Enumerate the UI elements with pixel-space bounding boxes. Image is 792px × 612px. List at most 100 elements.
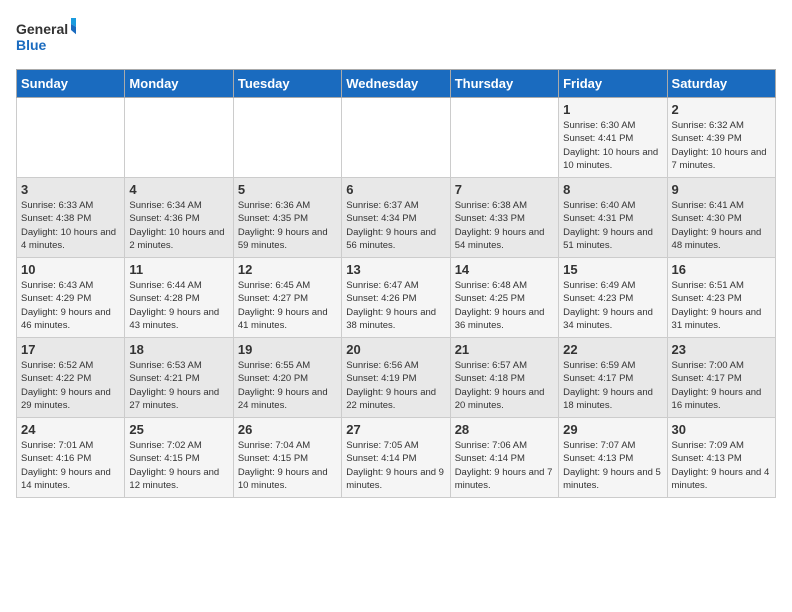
day-number: 14 <box>455 262 554 277</box>
week-row: 1 Sunrise: 6:30 AM Sunset: 4:41 PM Daylig… <box>17 98 776 178</box>
calendar-cell: 21 Sunrise: 6:57 AM Sunset: 4:18 PM Dayli… <box>450 338 558 418</box>
header-row: SundayMondayTuesdayWednesdayThursdayFrid… <box>17 70 776 98</box>
day-info: Sunrise: 7:04 AM Sunset: 4:15 PM Dayligh… <box>238 439 337 492</box>
day-number: 5 <box>238 182 337 197</box>
day-number: 10 <box>21 262 120 277</box>
day-info: Sunrise: 6:59 AM Sunset: 4:17 PM Dayligh… <box>563 359 662 412</box>
calendar-cell: 11Sunrise: 6:44 AM Sunset: 4:28 PM Dayli… <box>125 258 233 338</box>
week-row: 3 Sunrise: 6:33 AM Sunset: 4:38 PM Daylig… <box>17 178 776 258</box>
calendar-cell: 9 Sunrise: 6:41 AM Sunset: 4:30 PM Daylig… <box>667 178 775 258</box>
day-number: 11 <box>129 262 228 277</box>
day-info: Sunrise: 6:52 AM Sunset: 4:22 PM Dayligh… <box>21 359 120 412</box>
day-number: 1 <box>563 102 662 117</box>
calendar-cell: 25 Sunrise: 7:02 AM Sunset: 4:15 PM Dayli… <box>125 418 233 498</box>
calendar-table: SundayMondayTuesdayWednesdayThursdayFrid… <box>16 69 776 498</box>
day-number: 24 <box>21 422 120 437</box>
calendar-cell: 27 Sunrise: 7:05 AM Sunset: 4:14 PM Dayli… <box>342 418 450 498</box>
header-day: Saturday <box>667 70 775 98</box>
day-info: Sunrise: 6:47 AM Sunset: 4:26 PM Dayligh… <box>346 279 445 332</box>
week-row: 10 Sunrise: 6:43 AM Sunset: 4:29 PM Dayli… <box>17 258 776 338</box>
calendar-cell: 1 Sunrise: 6:30 AM Sunset: 4:41 PM Daylig… <box>559 98 667 178</box>
calendar-cell: 26 Sunrise: 7:04 AM Sunset: 4:15 PM Dayli… <box>233 418 341 498</box>
week-row: 24 Sunrise: 7:01 AM Sunset: 4:16 PM Dayli… <box>17 418 776 498</box>
day-number: 22 <box>563 342 662 357</box>
day-number: 3 <box>21 182 120 197</box>
day-info: Sunrise: 6:45 AM Sunset: 4:27 PM Dayligh… <box>238 279 337 332</box>
day-info: Sunrise: 6:56 AM Sunset: 4:19 PM Dayligh… <box>346 359 445 412</box>
day-number: 19 <box>238 342 337 357</box>
calendar-cell: 28 Sunrise: 7:06 AM Sunset: 4:14 PM Dayli… <box>450 418 558 498</box>
svg-text:Blue: Blue <box>16 37 47 53</box>
day-info: Sunrise: 6:48 AM Sunset: 4:25 PM Dayligh… <box>455 279 554 332</box>
day-number: 8 <box>563 182 662 197</box>
day-number: 18 <box>129 342 228 357</box>
logo: General Blue <box>16 16 76 61</box>
calendar-cell: 12 Sunrise: 6:45 AM Sunset: 4:27 PM Dayli… <box>233 258 341 338</box>
header-day: Sunday <box>17 70 125 98</box>
calendar-cell: 13 Sunrise: 6:47 AM Sunset: 4:26 PM Dayli… <box>342 258 450 338</box>
calendar-cell: 23Sunrise: 7:00 AM Sunset: 4:17 PM Dayli… <box>667 338 775 418</box>
day-number: 27 <box>346 422 445 437</box>
day-info: Sunrise: 7:01 AM Sunset: 4:16 PM Dayligh… <box>21 439 120 492</box>
calendar-cell: 17Sunrise: 6:52 AM Sunset: 4:22 PM Dayli… <box>17 338 125 418</box>
day-info: Sunrise: 7:06 AM Sunset: 4:14 PM Dayligh… <box>455 439 554 492</box>
day-info: Sunrise: 6:40 AM Sunset: 4:31 PM Dayligh… <box>563 199 662 252</box>
header-day: Monday <box>125 70 233 98</box>
header-day: Friday <box>559 70 667 98</box>
calendar-cell: 22 Sunrise: 6:59 AM Sunset: 4:17 PM Dayli… <box>559 338 667 418</box>
day-info: Sunrise: 6:38 AM Sunset: 4:33 PM Dayligh… <box>455 199 554 252</box>
week-row: 17Sunrise: 6:52 AM Sunset: 4:22 PM Dayli… <box>17 338 776 418</box>
header: General Blue <box>16 16 776 61</box>
calendar-cell: 2 Sunrise: 6:32 AM Sunset: 4:39 PM Daylig… <box>667 98 775 178</box>
day-info: Sunrise: 6:34 AM Sunset: 4:36 PM Dayligh… <box>129 199 228 252</box>
day-info: Sunrise: 6:30 AM Sunset: 4:41 PM Dayligh… <box>563 119 662 172</box>
day-info: Sunrise: 6:32 AM Sunset: 4:39 PM Dayligh… <box>672 119 771 172</box>
day-number: 6 <box>346 182 445 197</box>
day-info: Sunrise: 6:51 AM Sunset: 4:23 PM Dayligh… <box>672 279 771 332</box>
calendar-cell <box>450 98 558 178</box>
day-info: Sunrise: 7:02 AM Sunset: 4:15 PM Dayligh… <box>129 439 228 492</box>
day-number: 4 <box>129 182 228 197</box>
day-number: 30 <box>672 422 771 437</box>
calendar-cell: 24 Sunrise: 7:01 AM Sunset: 4:16 PM Dayli… <box>17 418 125 498</box>
day-info: Sunrise: 6:37 AM Sunset: 4:34 PM Dayligh… <box>346 199 445 252</box>
calendar-cell: 8 Sunrise: 6:40 AM Sunset: 4:31 PM Daylig… <box>559 178 667 258</box>
calendar-cell: 16Sunrise: 6:51 AM Sunset: 4:23 PM Dayli… <box>667 258 775 338</box>
day-number: 7 <box>455 182 554 197</box>
day-info: Sunrise: 6:57 AM Sunset: 4:18 PM Dayligh… <box>455 359 554 412</box>
day-number: 9 <box>672 182 771 197</box>
calendar-cell <box>17 98 125 178</box>
day-number: 12 <box>238 262 337 277</box>
header-day: Tuesday <box>233 70 341 98</box>
header-day: Thursday <box>450 70 558 98</box>
calendar-cell <box>233 98 341 178</box>
calendar-cell: 4 Sunrise: 6:34 AM Sunset: 4:36 PM Daylig… <box>125 178 233 258</box>
calendar-cell: 15Sunrise: 6:49 AM Sunset: 4:23 PM Dayli… <box>559 258 667 338</box>
day-number: 13 <box>346 262 445 277</box>
svg-text:General: General <box>16 21 68 37</box>
calendar-cell: 5Sunrise: 6:36 AM Sunset: 4:35 PM Daylig… <box>233 178 341 258</box>
day-info: Sunrise: 6:41 AM Sunset: 4:30 PM Dayligh… <box>672 199 771 252</box>
day-info: Sunrise: 7:09 AM Sunset: 4:13 PM Dayligh… <box>672 439 771 492</box>
day-number: 20 <box>346 342 445 357</box>
calendar-cell: 3 Sunrise: 6:33 AM Sunset: 4:38 PM Daylig… <box>17 178 125 258</box>
day-number: 21 <box>455 342 554 357</box>
day-number: 29 <box>563 422 662 437</box>
header-day: Wednesday <box>342 70 450 98</box>
calendar-cell: 6 Sunrise: 6:37 AM Sunset: 4:34 PM Daylig… <box>342 178 450 258</box>
calendar-cell: 29 Sunrise: 7:07 AM Sunset: 4:13 PM Dayli… <box>559 418 667 498</box>
day-info: Sunrise: 6:43 AM Sunset: 4:29 PM Dayligh… <box>21 279 120 332</box>
day-info: Sunrise: 7:00 AM Sunset: 4:17 PM Dayligh… <box>672 359 771 412</box>
day-number: 25 <box>129 422 228 437</box>
day-info: Sunrise: 7:07 AM Sunset: 4:13 PM Dayligh… <box>563 439 662 492</box>
day-number: 28 <box>455 422 554 437</box>
day-info: Sunrise: 6:53 AM Sunset: 4:21 PM Dayligh… <box>129 359 228 412</box>
day-info: Sunrise: 7:05 AM Sunset: 4:14 PM Dayligh… <box>346 439 445 492</box>
calendar-cell: 30 Sunrise: 7:09 AM Sunset: 4:13 PM Dayli… <box>667 418 775 498</box>
calendar-cell: 18 Sunrise: 6:53 AM Sunset: 4:21 PM Dayli… <box>125 338 233 418</box>
day-number: 26 <box>238 422 337 437</box>
day-info: Sunrise: 6:55 AM Sunset: 4:20 PM Dayligh… <box>238 359 337 412</box>
day-info: Sunrise: 6:33 AM Sunset: 4:38 PM Dayligh… <box>21 199 120 252</box>
calendar-cell: 7 Sunrise: 6:38 AM Sunset: 4:33 PM Daylig… <box>450 178 558 258</box>
day-number: 2 <box>672 102 771 117</box>
